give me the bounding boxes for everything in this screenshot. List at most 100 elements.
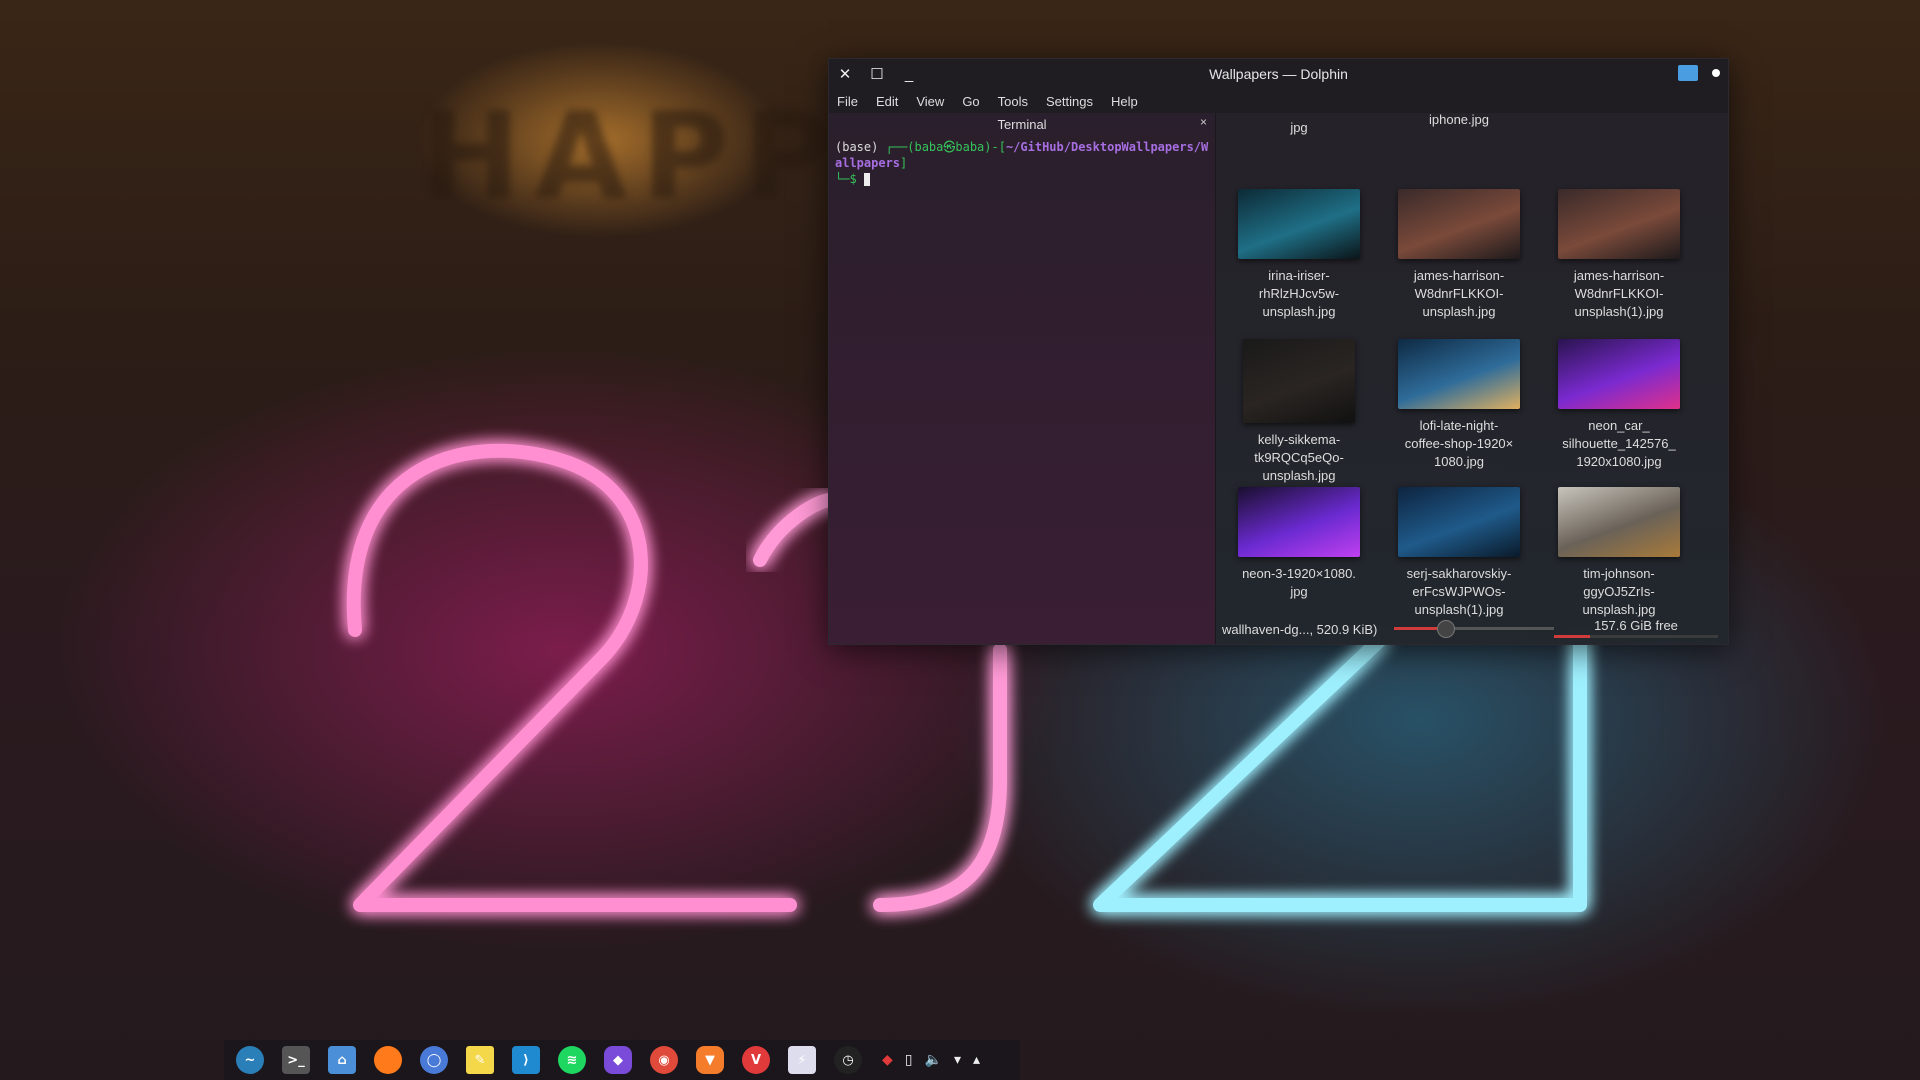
file-item[interactable]: serj-sakharovskiy- erFcsWJPWOs- unsplash… <box>1384 487 1534 619</box>
chromium-icon[interactable]: ◯ <box>414 1042 454 1078</box>
brave-icon-glyph: ▼ <box>696 1046 724 1074</box>
file-name: neon_car_ silhouette_142576_ 1920x1080.j… <box>1562 418 1676 469</box>
file-item-partial[interactable]: jpg <box>1224 119 1374 137</box>
menu-view[interactable]: View <box>916 94 944 109</box>
chromium-icon-glyph: ◯ <box>420 1046 448 1074</box>
menu-bar: File Edit View Go Tools Settings Help <box>829 89 1728 113</box>
menu-go[interactable]: Go <box>962 94 979 109</box>
file-name: kelly-sikkema- tk9RQCq5eQo- unsplash.jpg <box>1254 432 1344 483</box>
terminal-icon[interactable]: >_ <box>276 1042 316 1078</box>
prompt-path: ~/GitHub/DesktopWallpapers/W <box>1005 140 1209 154</box>
volume-icon[interactable]: 🔈 <box>925 1052 942 1068</box>
file-manager-icon-glyph: ⌂ <box>328 1046 356 1074</box>
zoom-slider-handle[interactable] <box>1437 620 1456 638</box>
folder-icon[interactable] <box>1678 65 1698 81</box>
chrome-icon[interactable]: ◉ <box>644 1042 684 1078</box>
firefox-icon-glyph <box>374 1046 402 1074</box>
menu-file[interactable]: File <box>837 94 858 109</box>
prompt-bracket: ] <box>900 156 908 170</box>
free-space-fill <box>1554 635 1591 638</box>
tray-expand-icon[interactable]: ▴ <box>973 1052 980 1068</box>
vivaldi-icon-glyph: V <box>742 1046 770 1074</box>
free-space-bar <box>1554 635 1718 638</box>
file-name: james-harrison- W8dnrFLKKOI- unsplash.jp… <box>1413 268 1505 319</box>
terminal-panel[interactable]: Terminal × (base) ┌──(baba㉿baba)-[~/GitH… <box>829 113 1216 644</box>
clipboard-icon[interactable]: ▯ <box>905 1052 913 1068</box>
file-item[interactable]: kelly-sikkema- tk9RQCq5eQo- unsplash.jpg <box>1224 339 1374 485</box>
file-item[interactable]: james-harrison- W8dnrFLKKOI- unsplash(1)… <box>1544 189 1694 321</box>
vscode-icon-glyph: ⟩ <box>512 1046 540 1074</box>
wifi-icon[interactable]: ▾ <box>954 1052 961 1068</box>
dolphin-window: ✕ ☐ _ Wallpapers — Dolphin File Edit Vie… <box>828 58 1729 645</box>
zap-icon[interactable]: ⚡ <box>782 1042 822 1078</box>
notes-icon[interactable]: ✎ <box>460 1042 500 1078</box>
app-launcher-icon[interactable]: ~ <box>230 1042 270 1078</box>
clock-icon[interactable]: ◷ <box>828 1042 868 1078</box>
window-title: Wallpapers — Dolphin <box>1209 66 1348 82</box>
image-thumbnail <box>1398 339 1520 409</box>
file-manager-icon[interactable]: ⌂ <box>322 1042 362 1078</box>
file-name: serj-sakharovskiy- erFcsWJPWOs- unsplash… <box>1406 566 1512 617</box>
vscode-icon[interactable]: ⟩ <box>506 1042 546 1078</box>
zoom-slider[interactable] <box>1394 620 1554 638</box>
image-thumbnail <box>1398 487 1520 557</box>
file-name: irina-iriser- rhRlzHJcv5w- unsplash.jpg <box>1258 268 1340 319</box>
obsidian-icon-glyph: ◆ <box>604 1046 632 1074</box>
status-text: wallhaven-dg..., 520.9 KiB) <box>1222 621 1378 637</box>
notes-icon-glyph: ✎ <box>466 1046 494 1074</box>
minimize-window-button[interactable]: _ <box>893 59 925 89</box>
title-bar[interactable]: ✕ ☐ _ Wallpapers — Dolphin <box>829 59 1728 89</box>
file-item[interactable]: neon_car_ silhouette_142576_ 1920x1080.j… <box>1544 339 1694 471</box>
free-space-indicator[interactable]: 157.6 GiB free <box>1554 618 1718 638</box>
image-thumbnail <box>1558 339 1680 409</box>
spotify-icon-glyph: ≋ <box>558 1046 586 1074</box>
keep-above-icon[interactable] <box>1712 69 1720 77</box>
maximize-window-button[interactable]: ☐ <box>861 59 893 89</box>
image-thumbnail <box>1243 339 1355 423</box>
brave-icon[interactable]: ▼ <box>690 1042 730 1078</box>
file-item[interactable]: irina-iriser- rhRlzHJcv5w- unsplash.jpg <box>1224 189 1374 321</box>
file-item[interactable]: lofi-late-night- coffee-shop-1920× 1080.… <box>1384 339 1534 471</box>
image-thumbnail <box>1398 189 1520 259</box>
anydesk-icon[interactable]: ◆ <box>882 1052 893 1068</box>
file-name: james-harrison- W8dnrFLKKOI- unsplash(1)… <box>1573 268 1665 319</box>
close-window-button[interactable]: ✕ <box>829 59 861 89</box>
image-thumbnail <box>1238 189 1360 259</box>
zap-icon-glyph: ⚡ <box>788 1046 816 1074</box>
file-name: tim-johnson- ggyOJ5ZrIs- unsplash.jpg <box>1582 566 1656 617</box>
prompt-user: ┌──(baba㉿baba)-[ <box>885 140 1006 154</box>
image-thumbnail <box>1558 189 1680 259</box>
vivaldi-icon[interactable]: V <box>736 1042 776 1078</box>
image-thumbnail <box>1558 487 1680 557</box>
firefox-icon[interactable] <box>368 1042 408 1078</box>
terminal-close-button[interactable]: × <box>1200 115 1207 129</box>
app-launcher-icon-glyph: ~ <box>236 1046 264 1074</box>
terminal-output[interactable]: (base) ┌──(baba㉿baba)-[~/GitHub/DesktopW… <box>829 135 1215 191</box>
file-item-partial[interactable]: 1920x1080-for- iphone.jpg <box>1384 113 1534 129</box>
status-bar: wallhaven-dg..., 520.9 KiB) 157.6 GiB fr… <box>1216 614 1728 644</box>
file-item[interactable]: tim-johnson- ggyOJ5ZrIs- unsplash.jpg <box>1544 487 1694 619</box>
terminal-title: Terminal <box>997 116 1047 132</box>
menu-tools[interactable]: Tools <box>998 94 1028 109</box>
obsidian-icon[interactable]: ◆ <box>598 1042 638 1078</box>
prompt-symbol: └─$ <box>835 172 864 186</box>
file-item[interactable]: james-harrison- W8dnrFLKKOI- unsplash.jp… <box>1384 189 1534 321</box>
spotify-icon[interactable]: ≋ <box>552 1042 592 1078</box>
menu-edit[interactable]: Edit <box>876 94 898 109</box>
file-view[interactable]: jpg 1920x1080-for- iphone.jpg irina-iriser… <box>1216 113 1728 644</box>
file-item[interactable]: neon-3-1920×1080. jpg <box>1224 487 1374 601</box>
free-space-text: 157.6 GiB free <box>1594 618 1678 633</box>
terminal-icon-glyph: >_ <box>282 1046 310 1074</box>
file-name: lofi-late-night- coffee-shop-1920× 1080.… <box>1404 418 1514 469</box>
menu-settings[interactable]: Settings <box>1046 94 1093 109</box>
conda-env: (base) <box>835 140 886 154</box>
terminal-cursor <box>863 173 870 186</box>
menu-help[interactable]: Help <box>1111 94 1138 109</box>
prompt-path-cont: allpapers <box>835 156 901 170</box>
system-tray: ◆ ▯ 🔈 ▾ ▴ <box>882 1052 980 1068</box>
taskbar-dock: ~ >_ ⌂ ◯ ✎ ⟩ ≋ ◆ ◉ ▼ V ⚡ ◷ ◆ ▯ 🔈 ▾ ▴ <box>224 1040 1020 1080</box>
chrome-icon-glyph: ◉ <box>650 1046 678 1074</box>
image-thumbnail <box>1238 487 1360 557</box>
file-name: 1920x1080-for- iphone.jpg <box>1429 113 1489 127</box>
file-name: jpg <box>1290 120 1308 135</box>
